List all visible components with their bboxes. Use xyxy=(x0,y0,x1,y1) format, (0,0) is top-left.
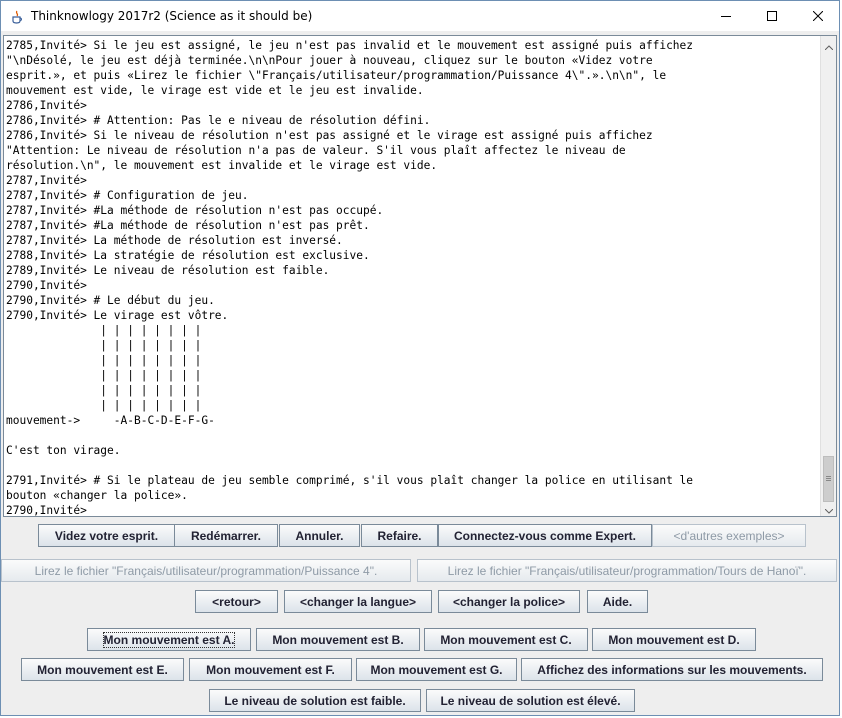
show-moves-info-button[interactable]: Affichez des informations sur les mouvem… xyxy=(521,658,823,681)
help-button[interactable]: Aide. xyxy=(587,590,648,613)
restart-button[interactable]: Redémarrer. xyxy=(174,524,278,547)
title-bar[interactable]: Thinknowlogy 2017r2 (Science as it shoul… xyxy=(1,1,839,31)
move-f-button[interactable]: Mon mouvement est F. xyxy=(189,658,352,681)
chevron-down-icon xyxy=(824,499,834,518)
close-button[interactable] xyxy=(795,1,841,31)
chevron-up-icon xyxy=(824,35,834,54)
more-examples-button[interactable]: <d'autres exemples> xyxy=(652,524,806,547)
console-panel: 2785,Invité> Si le jeu est assigné, le j… xyxy=(3,35,837,517)
move-c-button[interactable]: Mon mouvement est C. xyxy=(424,628,588,651)
move-d-button[interactable]: Mon mouvement est D. xyxy=(592,628,756,651)
solution-level-low-button[interactable]: Le niveau de solution est faible. xyxy=(209,689,421,712)
scroll-up-arrow[interactable] xyxy=(821,36,837,52)
window-title: Thinknowlogy 2017r2 (Science as it shoul… xyxy=(31,9,313,23)
vertical-scrollbar[interactable] xyxy=(820,36,836,516)
move-b-button[interactable]: Mon mouvement est B. xyxy=(256,628,420,651)
back-button[interactable]: <retour> xyxy=(195,590,278,613)
scroll-down-arrow[interactable] xyxy=(821,500,837,516)
read-file-connect4-button[interactable]: Lirez le fichier "Français/utilisateur/p… xyxy=(1,559,411,582)
solution-level-high-button[interactable]: Le niveau de solution est élevé. xyxy=(426,689,635,712)
application-window: Thinknowlogy 2017r2 (Science as it shoul… xyxy=(0,0,840,716)
login-expert-button[interactable]: Connectez-vous comme Expert. xyxy=(438,524,652,547)
maximize-button[interactable] xyxy=(749,1,795,31)
change-language-button[interactable]: <changer la langue> xyxy=(284,590,432,613)
java-cup-icon xyxy=(11,9,23,24)
clear-mind-button[interactable]: Videz votre esprit. xyxy=(38,524,175,547)
move-e-button[interactable]: Mon mouvement est E. xyxy=(21,658,184,681)
change-font-button[interactable]: <changer la police> xyxy=(438,590,580,613)
maximize-icon xyxy=(767,11,777,21)
minimize-icon xyxy=(721,11,731,21)
redo-button[interactable]: Refaire. xyxy=(361,524,438,547)
close-icon xyxy=(813,11,823,21)
console-text: 2785,Invité> Si le jeu est assigné, le j… xyxy=(6,39,694,516)
move-g-button[interactable]: Mon mouvement est G. xyxy=(356,658,517,681)
read-file-hanoi-button[interactable]: Lirez le fichier "Français/utilisateur/p… xyxy=(417,559,837,582)
undo-button[interactable]: Annuler. xyxy=(279,524,360,547)
console-output[interactable]: 2785,Invité> Si le jeu est assigné, le j… xyxy=(4,36,820,516)
move-a-button[interactable]: Mon mouvement est A. xyxy=(87,628,251,651)
scrollbar-thumb[interactable] xyxy=(823,456,834,502)
minimize-button[interactable] xyxy=(703,1,749,31)
